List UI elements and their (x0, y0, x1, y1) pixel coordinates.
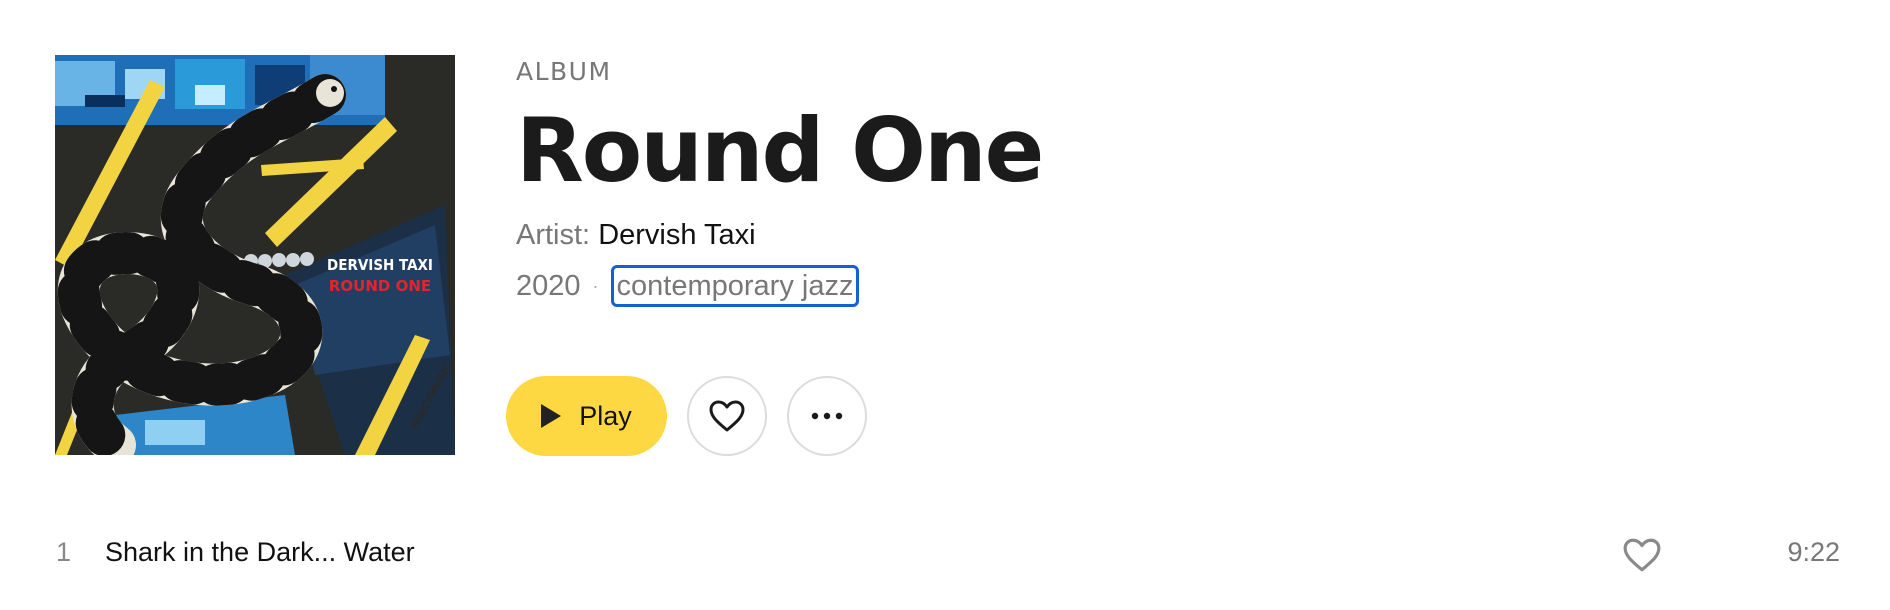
like-album-button[interactable] (687, 376, 767, 456)
album-page: DERVISH TAXI ROUND ONE FANCYMUSIC ALBUM … (0, 0, 1890, 610)
track-duration: 9:22 (1787, 537, 1840, 567)
album-actions: Play (506, 376, 867, 456)
artist-line: Artist: Dervish Taxi (516, 215, 1416, 255)
track-row[interactable]: 1 Shark in the Dark... Water 9:22 (0, 525, 1890, 585)
album-meta: 2020 · contemporary jazz (516, 265, 1416, 307)
album-type-label: ALBUM (516, 57, 612, 86)
cover-artist-text: DERVISH TAXI (327, 256, 433, 274)
album-year: 2020 (516, 269, 581, 302)
genre-link[interactable]: contemporary jazz (610, 265, 860, 307)
artist-label: Artist: (516, 219, 591, 251)
meta-separator: · (592, 275, 599, 296)
more-icon (811, 412, 843, 420)
track-like-button[interactable] (1622, 537, 1662, 577)
play-label: Play (579, 400, 632, 431)
artist-link[interactable]: Dervish Taxi (598, 219, 755, 251)
album-info: ALBUM Round One Artist: Dervish Taxi 202… (516, 55, 1416, 307)
more-options-button[interactable] (787, 376, 867, 456)
album-title: Round One (516, 99, 1044, 202)
album-cover[interactable]: DERVISH TAXI ROUND ONE FANCYMUSIC (55, 55, 455, 455)
track-number: 1 (56, 537, 72, 567)
play-icon (541, 404, 562, 428)
play-button[interactable]: Play (506, 376, 667, 456)
track-title[interactable]: Shark in the Dark... Water (105, 537, 415, 568)
cover-art-image: DERVISH TAXI ROUND ONE FANCYMUSIC (55, 55, 455, 455)
cover-title-text: ROUND ONE (329, 277, 431, 295)
heart-icon (709, 400, 745, 432)
heart-icon (1623, 538, 1661, 572)
